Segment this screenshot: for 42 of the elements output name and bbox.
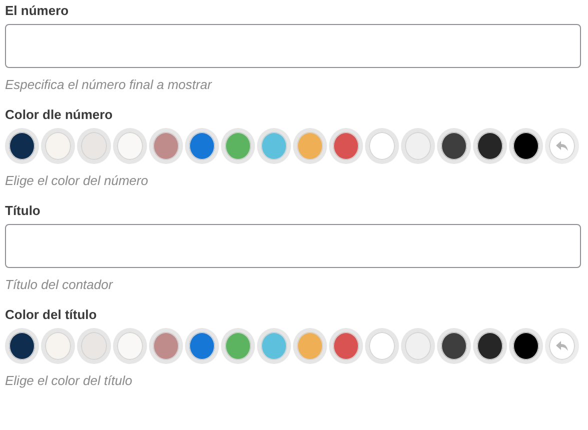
color-swatch[interactable] — [329, 128, 363, 164]
color-swatch[interactable] — [113, 128, 147, 164]
color-swatch[interactable] — [77, 128, 111, 164]
color-swatch[interactable] — [437, 128, 471, 164]
color-swatch[interactable] — [365, 328, 399, 364]
help-text: Elige el color del título — [5, 373, 134, 388]
color-swatch[interactable] — [185, 128, 219, 164]
color-swatch[interactable] — [473, 128, 507, 164]
color-swatch[interactable] — [41, 328, 75, 364]
color-swatch[interactable] — [509, 128, 543, 164]
color-swatch[interactable] — [473, 328, 507, 364]
help-text: Elige el color del número — [5, 173, 150, 188]
color-swatch[interactable] — [77, 328, 111, 364]
color-swatch[interactable] — [221, 328, 255, 364]
color-swatch[interactable] — [293, 128, 327, 164]
color-swatch[interactable] — [149, 128, 183, 164]
color-swatch[interactable] — [329, 328, 363, 364]
color-swatch[interactable] — [257, 328, 291, 364]
undo-icon — [555, 340, 569, 352]
color-swatch[interactable] — [293, 328, 327, 364]
help-text: Especifica el número final a mostrar — [5, 77, 213, 92]
color-swatch[interactable] — [41, 128, 75, 164]
color-swatch[interactable] — [365, 128, 399, 164]
color-swatch[interactable] — [257, 128, 291, 164]
color-swatch[interactable] — [401, 128, 435, 164]
color-swatch[interactable] — [437, 328, 471, 364]
undo-icon — [555, 140, 569, 152]
color-swatch[interactable] — [113, 328, 147, 364]
color-swatch[interactable] — [185, 328, 219, 364]
color-swatch[interactable] — [401, 328, 435, 364]
color-swatch[interactable] — [5, 128, 39, 164]
field-label: Título — [5, 203, 42, 218]
field-label: El número — [5, 3, 70, 18]
color-swatch[interactable] — [5, 328, 39, 364]
color-swatch[interactable] — [221, 128, 255, 164]
help-text: Título del contador — [5, 277, 114, 292]
field-label: Color dle número — [5, 107, 114, 122]
color-swatch[interactable] — [509, 328, 543, 364]
input-field[interactable] — [5, 224, 581, 268]
color-swatch[interactable] — [149, 328, 183, 364]
input-field[interactable] — [5, 24, 581, 68]
field-label: Color del título — [5, 307, 98, 322]
